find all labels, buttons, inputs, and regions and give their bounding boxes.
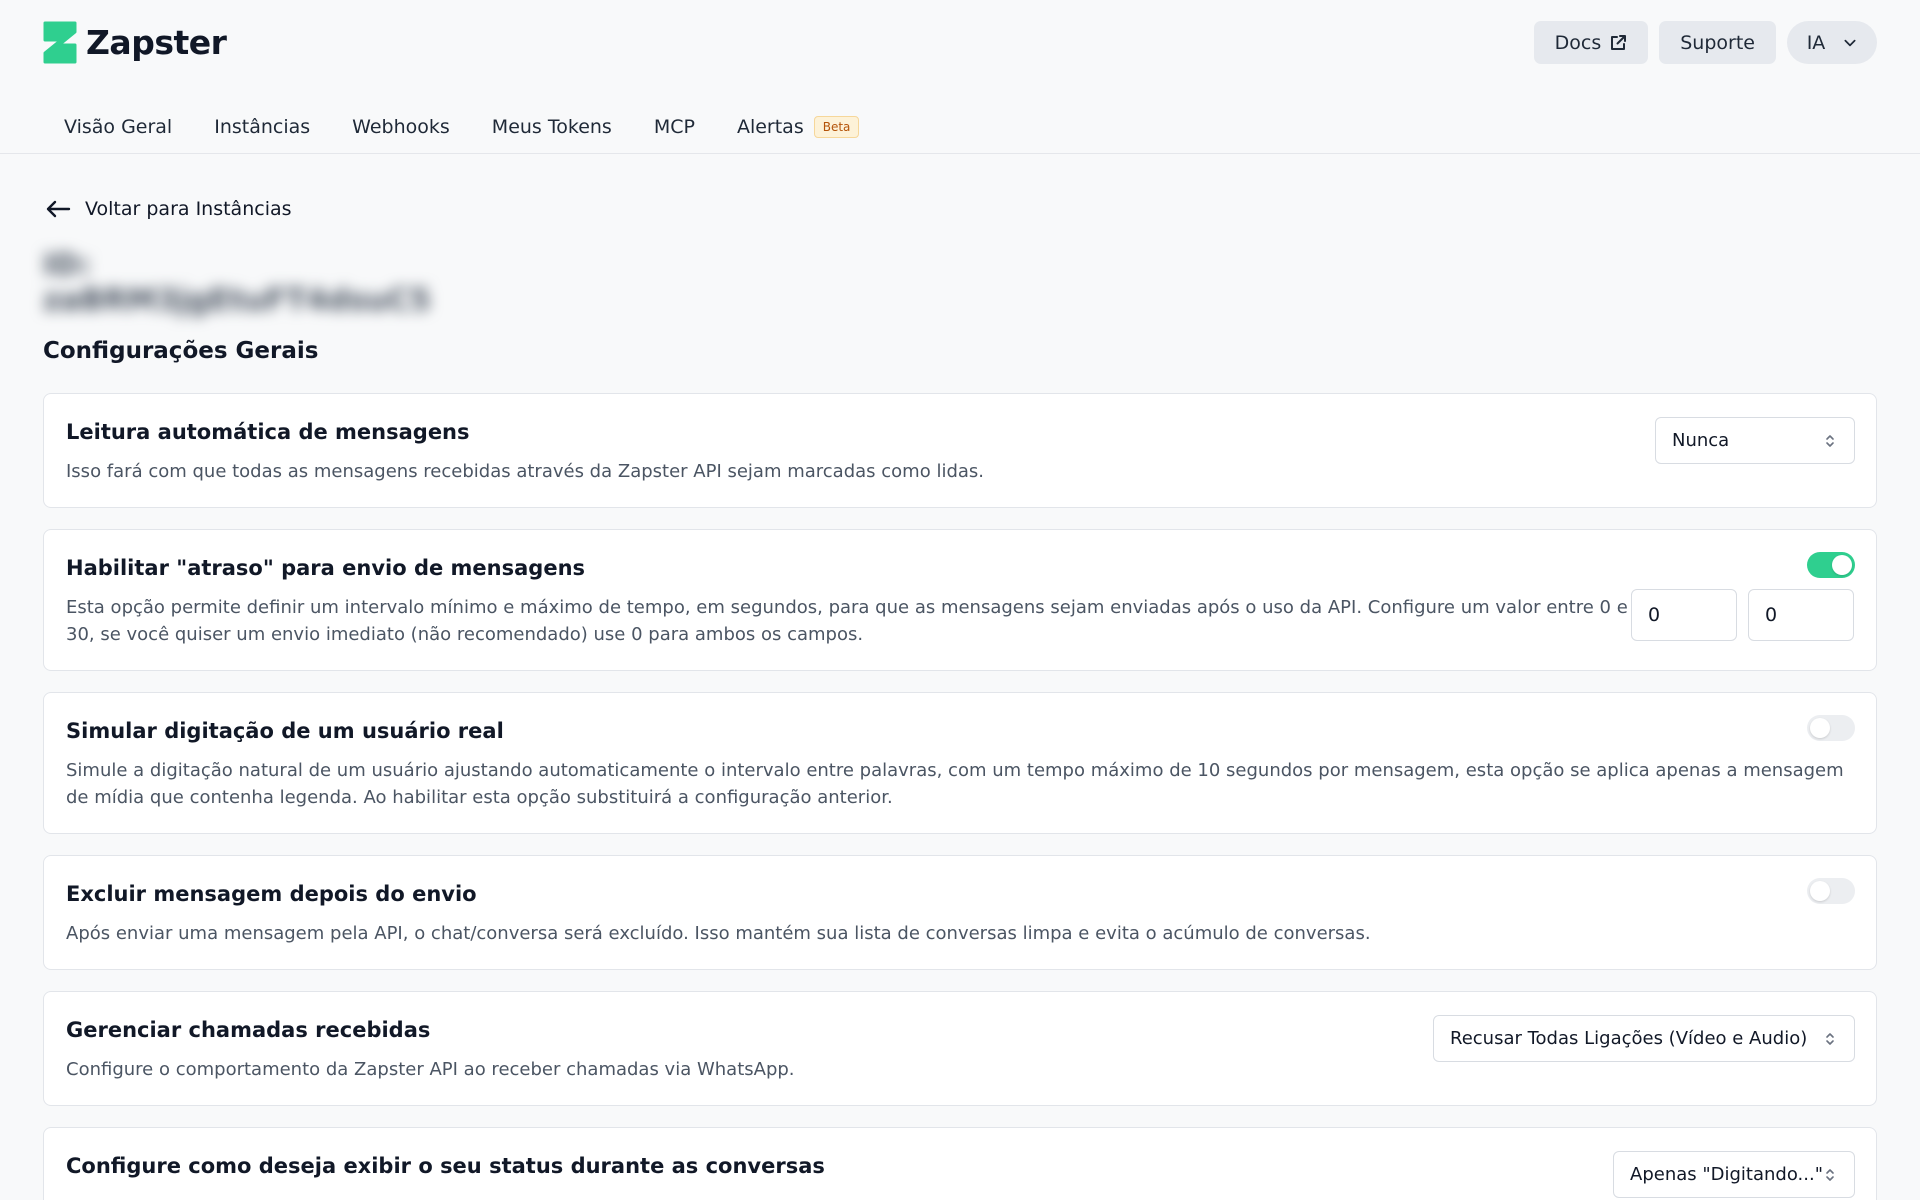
setting-description-line: 30, se você quiser um envio imediato (nã…: [66, 624, 864, 645]
nav-label: Meus Tokens: [491, 116, 612, 138]
docs-label: Docs: [1554, 31, 1602, 54]
setting-description: Isso fará com que todas as mensagens rec…: [66, 461, 984, 482]
delete-after-toggle[interactable]: [1807, 878, 1855, 904]
setting-description: Configure o comportamento da Zapster API…: [66, 1059, 795, 1080]
setting-title: Gerenciar chamadas recebidas: [66, 1018, 431, 1042]
chevron-down-icon: [1844, 39, 1856, 46]
setting-card-typing: Simular digitação de um usuário real Sim…: [43, 692, 1877, 834]
nav-item-webhooks[interactable]: Webhooks: [352, 116, 450, 138]
auto-read-select[interactable]: Nunca: [1655, 417, 1855, 464]
zapster-logo-icon: [43, 21, 77, 64]
setting-description-line: de mídia que contenha legenda. Ao habili…: [66, 787, 893, 808]
nav-item-alerts[interactable]: Alertas Beta: [736, 116, 860, 138]
chevron-up-down-icon: [1826, 435, 1834, 447]
setting-card-delete-after: Excluir mensagem depois do envio Após en…: [43, 855, 1877, 970]
instance-title: ID: zaBRM3jgEtuFT4dsuC5: [43, 248, 431, 318]
setting-title: Simular digitação de um usuário real: [66, 719, 504, 743]
setting-card-calls: Gerenciar chamadas recebidas Configure o…: [43, 991, 1877, 1106]
user-initials: IA: [1806, 31, 1826, 54]
select-value: Nunca: [1672, 430, 1730, 451]
docs-button[interactable]: Docs: [1533, 21, 1649, 64]
top-bar: Zapster Docs Suporte IA: [0, 0, 1920, 86]
select-value: Recusar Todas Ligações (Vídeo e Audio): [1450, 1028, 1808, 1049]
typing-toggle[interactable]: [1807, 715, 1855, 741]
nav-label: Webhooks: [352, 116, 450, 138]
setting-description-line: Esta opção permite definir um intervalo …: [66, 597, 1628, 618]
nav-label: MCP: [653, 116, 695, 138]
toggle-knob: [1810, 881, 1830, 901]
logo[interactable]: Zapster: [43, 21, 227, 64]
nav-label: Instâncias: [214, 116, 311, 138]
setting-card-status: Configure como deseja exibir o seu statu…: [43, 1127, 1877, 1200]
nav-label: Visão Geral: [64, 116, 173, 138]
delay-toggle[interactable]: [1807, 552, 1855, 578]
arrow-left-icon: [46, 200, 71, 218]
external-link-icon: [1611, 34, 1627, 50]
toggle-knob: [1832, 555, 1852, 575]
nav-item-tokens[interactable]: Meus Tokens: [492, 116, 612, 138]
brand-name: Zapster: [86, 22, 227, 62]
support-label: Suporte: [1680, 31, 1755, 54]
chevron-up-down-icon: [1826, 1169, 1834, 1181]
setting-title: Configure como deseja exibir o seu statu…: [66, 1154, 825, 1178]
back-link[interactable]: Voltar para Instâncias: [45, 198, 292, 220]
nav-item-mcp[interactable]: MCP: [654, 116, 695, 138]
setting-card-delay: Habilitar "atraso" para envio de mensage…: [43, 529, 1877, 671]
setting-title: Excluir mensagem depois do envio: [66, 882, 477, 906]
delay-min-input[interactable]: [1631, 589, 1737, 641]
user-menu-button[interactable]: IA: [1787, 21, 1877, 64]
setting-title: Leitura automática de mensagens: [66, 420, 470, 444]
nav-item-instances[interactable]: Instâncias: [214, 116, 310, 138]
main-nav: Visão Geral Instâncias Webhooks Meus Tok…: [0, 100, 1920, 154]
toggle-knob: [1810, 718, 1830, 738]
header-actions: Docs Suporte IA: [1533, 21, 1877, 64]
setting-description-line: Simule a digitação natural de um usuário…: [66, 760, 1844, 781]
section-title: Configurações Gerais: [43, 338, 319, 364]
select-value: Apenas "Digitando...": [1630, 1164, 1823, 1185]
delay-max-input[interactable]: [1748, 589, 1854, 641]
nav-label: Alertas: [736, 116, 804, 138]
support-button[interactable]: Suporte: [1659, 21, 1776, 64]
nav-item-overview[interactable]: Visão Geral: [64, 116, 172, 138]
setting-title: Habilitar "atraso" para envio de mensage…: [66, 556, 586, 580]
beta-badge: Beta: [813, 116, 860, 138]
setting-description: Após enviar uma mensagem pela API, o cha…: [66, 923, 1371, 944]
setting-card-auto-read: Leitura automática de mensagens Isso far…: [43, 393, 1877, 508]
back-label: Voltar para Instâncias: [85, 198, 292, 220]
chevron-up-down-icon: [1826, 1033, 1834, 1045]
calls-select[interactable]: Recusar Todas Ligações (Vídeo e Audio): [1433, 1015, 1855, 1062]
status-select[interactable]: Apenas "Digitando...": [1613, 1151, 1855, 1198]
